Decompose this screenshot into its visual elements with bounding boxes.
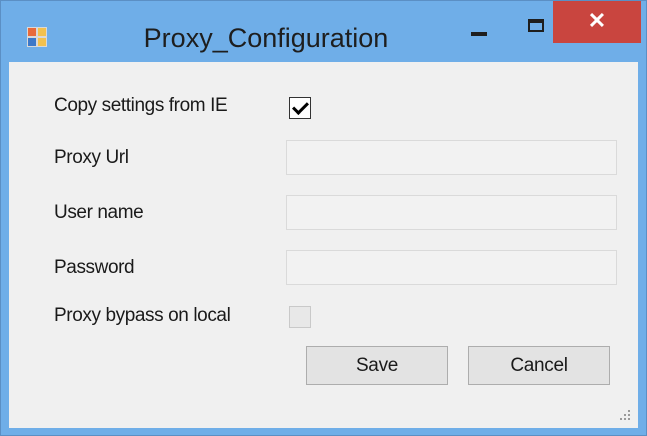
close-icon[interactable]: ✕ (553, 1, 641, 43)
username-label: User name (54, 202, 144, 223)
minimize-icon[interactable] (453, 5, 507, 49)
window-title: Proxy_Configuration (143, 23, 389, 53)
password-input[interactable] (286, 250, 617, 285)
proxy-url-input[interactable] (286, 140, 617, 175)
proxy-url-label: Proxy Url (54, 147, 129, 168)
proxy-configuration-window: Proxy_Configuration ✕ Copy settings from… (0, 0, 647, 436)
copy-settings-checkbox[interactable] (289, 97, 311, 119)
username-input[interactable] (286, 195, 617, 230)
proxy-bypass-label: Proxy bypass on local (54, 305, 231, 326)
cancel-button[interactable]: Cancel (468, 346, 610, 385)
proxy-bypass-checkbox[interactable] (289, 306, 311, 328)
dialog-client-area: Copy settings from IE Proxy Url User nam… (9, 62, 638, 428)
title-bar[interactable]: Proxy_Configuration ✕ (1, 1, 646, 61)
save-button[interactable]: Save (306, 346, 448, 385)
resize-grip-icon[interactable] (620, 410, 632, 422)
copy-settings-label: Copy settings from IE (54, 95, 228, 116)
password-label: Password (54, 257, 135, 278)
